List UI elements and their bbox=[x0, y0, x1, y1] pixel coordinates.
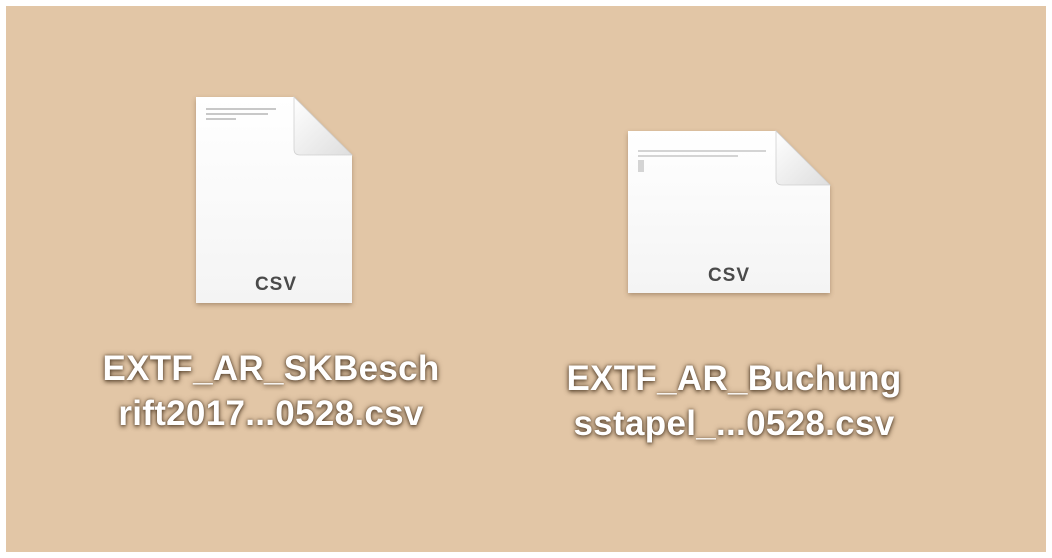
csv-document-icon[interactable]: CSV bbox=[622, 128, 834, 298]
csv-document-icon[interactable]: CSV bbox=[190, 94, 356, 308]
desktop: CSV EXTF_AR_SKBesch rift2017...0528.csv bbox=[6, 6, 1046, 552]
file-item-buchungsstapel[interactable]: CSV EXTF_AR_Buchung sstapel_...0528.csv bbox=[526, 6, 1046, 552]
file-name-label[interactable]: EXTF_AR_Buchung sstapel_...0528.csv bbox=[514, 356, 954, 446]
file-item-skbeschrift[interactable]: CSV EXTF_AR_SKBesch rift2017...0528.csv bbox=[6, 6, 526, 552]
file-name-line-2: sstapel_...0528.csv bbox=[573, 404, 895, 443]
file-name-line-1: EXTF_AR_SKBesch bbox=[102, 349, 440, 388]
extension-badge: CSV bbox=[708, 265, 750, 286]
extension-badge: CSV bbox=[255, 274, 297, 295]
file-name-line-2: rift2017...0528.csv bbox=[118, 394, 424, 433]
file-name-line-1: EXTF_AR_Buchung bbox=[566, 359, 902, 398]
file-name-label[interactable]: EXTF_AR_SKBesch rift2017...0528.csv bbox=[36, 346, 506, 436]
